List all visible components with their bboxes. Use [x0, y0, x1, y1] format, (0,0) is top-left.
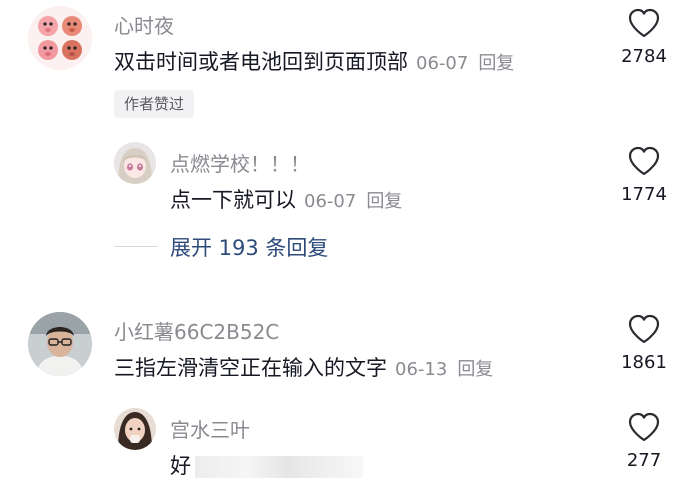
comment-text-row[interactable]: 双击时间或者电池回到页面顶部 06-07 回复 — [114, 46, 514, 76]
avatar[interactable] — [114, 408, 156, 450]
comment-date: 06-07 — [416, 53, 469, 74]
reply-item: 宫水三叶 好 277 — [0, 404, 690, 488]
reply-text: 好 — [170, 454, 191, 478]
reply-text-row[interactable]: 好 — [170, 450, 363, 480]
comment-date: 06-13 — [395, 359, 448, 380]
like-count: 1774 — [621, 184, 667, 205]
avatar[interactable] — [114, 142, 156, 184]
reply-button[interactable]: 回复 — [366, 191, 402, 212]
comment-username[interactable]: 小红薯66C2B52C — [114, 316, 279, 345]
reply-text: 点一下就可以 — [170, 188, 296, 212]
comment-text: 双击时间或者电池回到页面顶部 — [114, 50, 408, 74]
comment-text-row[interactable]: 三指左滑清空正在输入的文字 06-13 回复 — [114, 352, 493, 382]
reply-text-row[interactable]: 点一下就可以 06-07 回复 — [170, 184, 402, 214]
avatar[interactable] — [28, 6, 92, 70]
like-button[interactable]: 277 — [614, 412, 674, 471]
comment-item: 小红薯66C2B52C 三指左滑清空正在输入的文字 06-13 回复 1861 — [0, 306, 690, 396]
heart-icon — [628, 8, 660, 38]
avatar[interactable] — [28, 312, 92, 376]
anime-girl-avatar-icon — [114, 142, 156, 184]
reply-item: 点燃学校！！！ 点一下就可以 06-07 回复 1774 — [0, 138, 690, 228]
cartoon-pig-faces-avatar-icon — [28, 6, 92, 70]
woman-photo-avatar-icon — [114, 408, 156, 450]
heart-icon — [628, 146, 660, 176]
like-button[interactable]: 2784 — [614, 8, 674, 67]
expand-divider — [114, 246, 158, 247]
author-liked-badge: 作者赞过 — [114, 90, 195, 118]
like-button[interactable]: 1861 — [614, 314, 674, 373]
reply-username[interactable]: 点燃学校！！！ — [170, 148, 310, 177]
like-count: 1861 — [621, 352, 667, 373]
comment-username[interactable]: 心时夜 — [114, 10, 174, 39]
redacted-text-overlay — [195, 456, 363, 478]
heart-icon — [628, 314, 660, 344]
man-with-glasses-avatar-icon — [28, 312, 92, 376]
reply-button[interactable]: 回复 — [457, 359, 493, 380]
reply-button[interactable]: 回复 — [478, 53, 514, 74]
reply-date: 06-07 — [304, 191, 357, 212]
expand-replies-label[interactable]: 展开 193 条回复 — [170, 232, 328, 262]
like-button[interactable]: 1774 — [614, 146, 674, 205]
heart-icon — [628, 412, 660, 442]
comment-text: 三指左滑清空正在输入的文字 — [114, 356, 387, 380]
like-count: 2784 — [621, 46, 667, 67]
reply-username[interactable]: 宫水三叶 — [170, 414, 250, 443]
like-count: 277 — [626, 450, 662, 471]
